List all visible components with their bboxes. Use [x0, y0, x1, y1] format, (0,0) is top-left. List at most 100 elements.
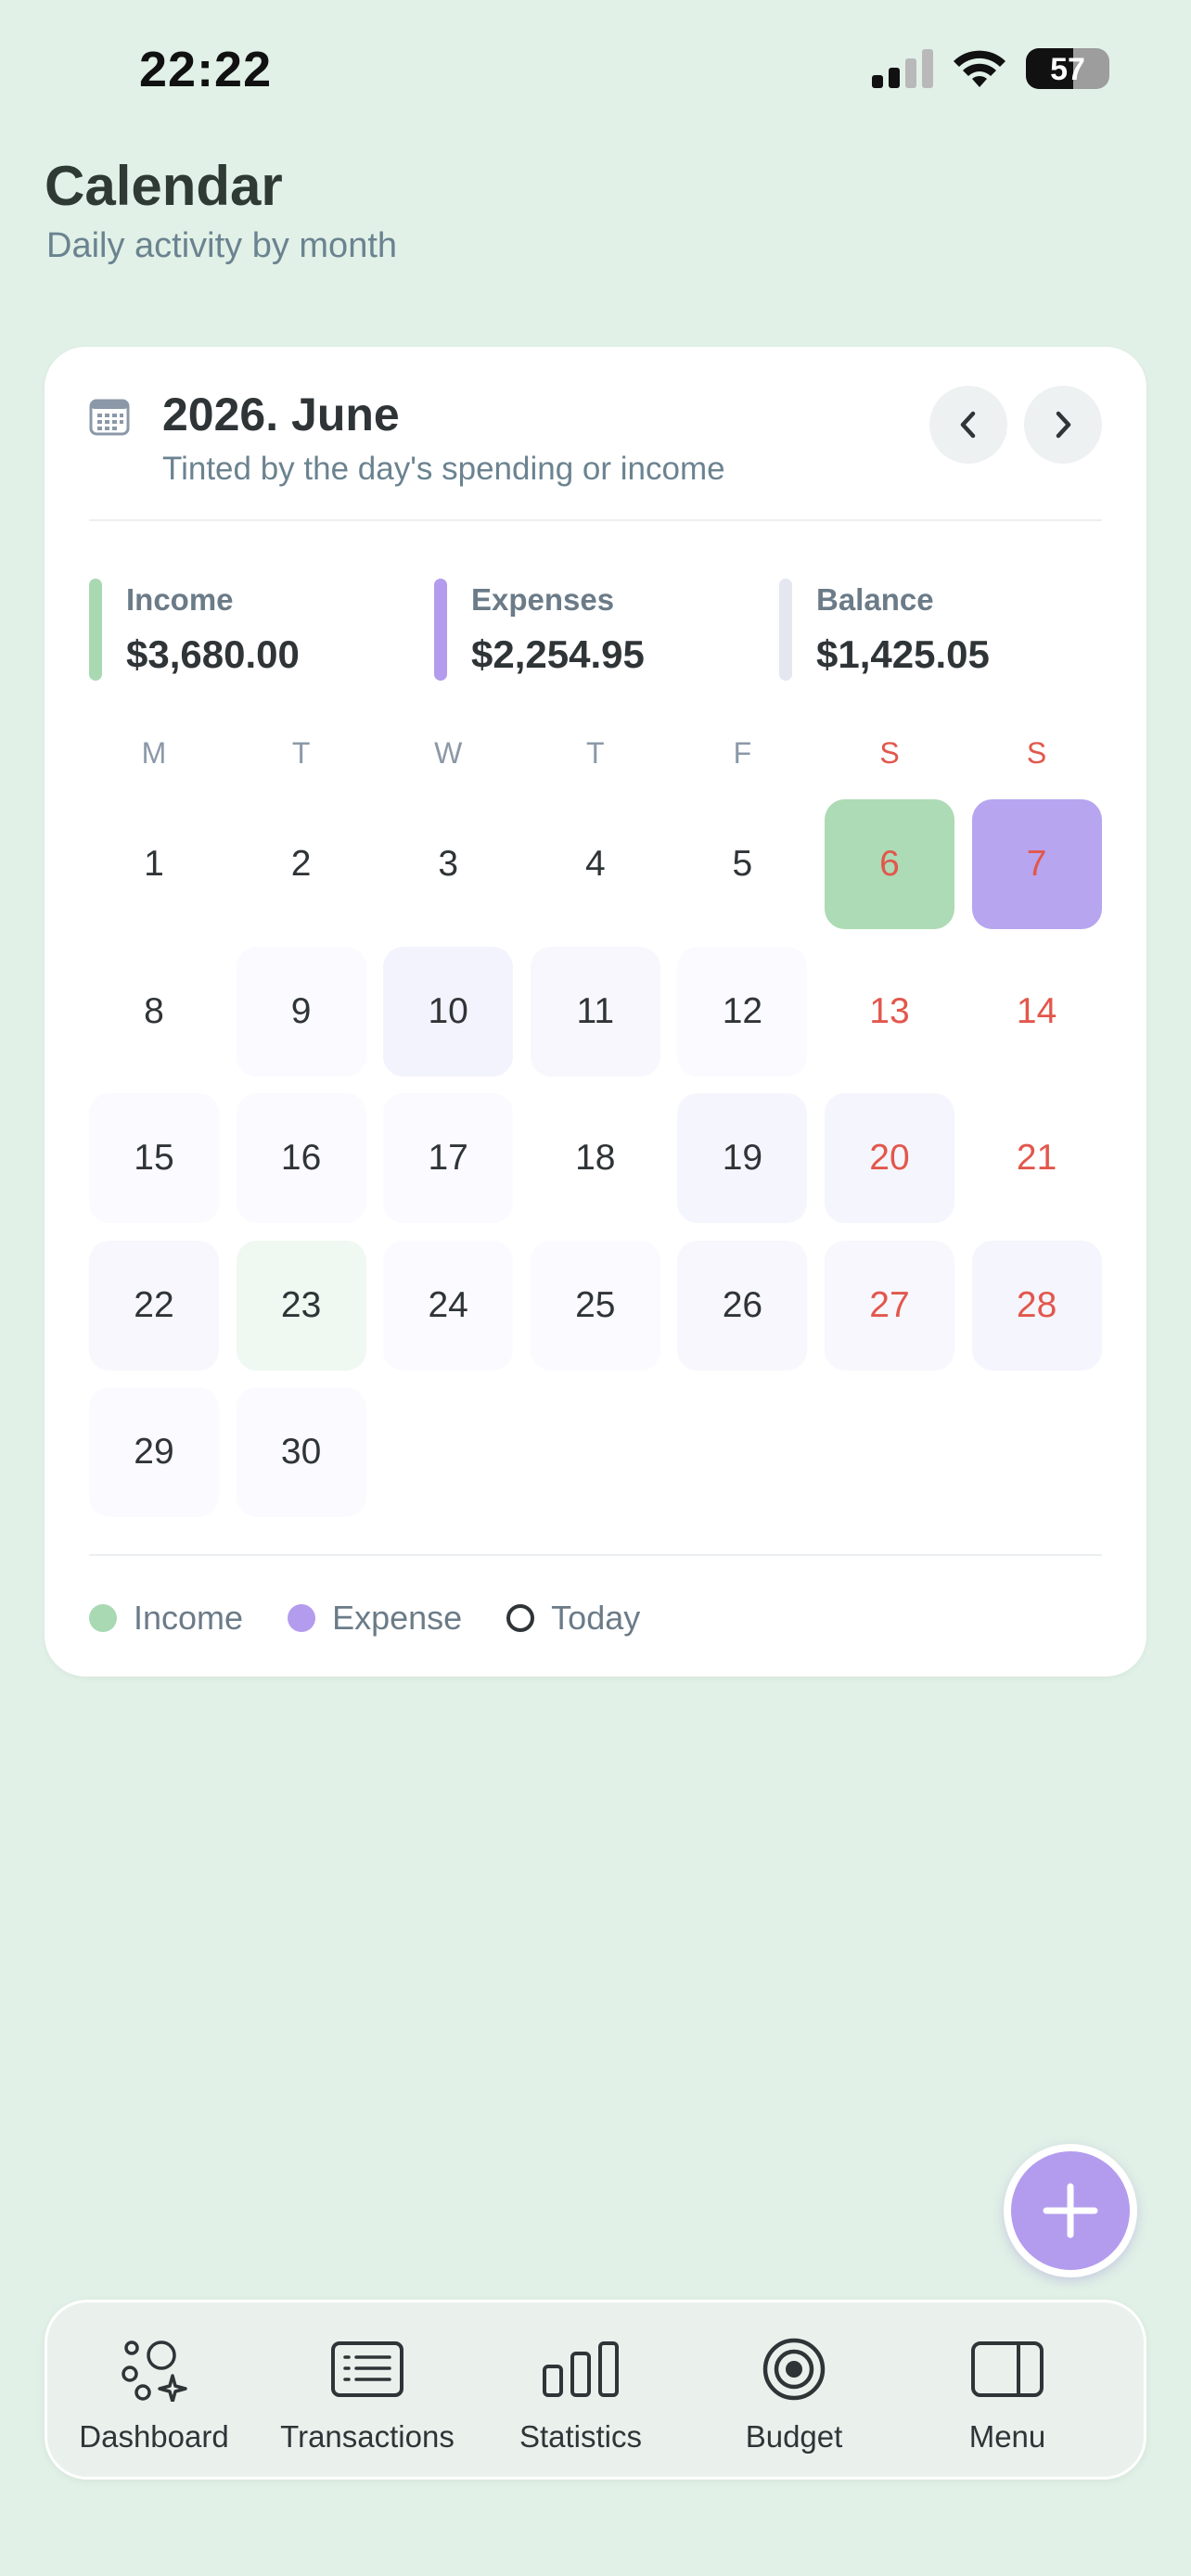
summary-balance-value: $1,425.05: [816, 632, 990, 676]
status-icons: 57: [872, 48, 1109, 89]
weekday-label: T: [291, 736, 311, 770]
calendar-day[interactable]: 27: [825, 1240, 954, 1371]
add-transaction-button[interactable]: [1004, 2144, 1137, 2277]
calendar-day[interactable]: 6: [825, 799, 954, 929]
previous-month-button[interactable]: [929, 386, 1007, 464]
legend-item-income: Income: [89, 1599, 243, 1638]
summary-expenses-value: $2,254.95: [471, 632, 645, 676]
cellular-signal-icon: [872, 49, 933, 88]
calendar-day[interactable]: 7: [971, 799, 1102, 929]
tab-transactions-label: Transactions: [280, 2419, 455, 2454]
month-summary: Income $3,680.00 Expenses $2,254.95 Balance $…: [89, 579, 1102, 681]
battery-icon: 57: [1026, 48, 1109, 89]
calendar-legend: Income Expense Today: [89, 1595, 685, 1641]
calendar-day[interactable]: 15: [89, 1093, 219, 1223]
summary-income-bar: [89, 579, 102, 681]
summary-expenses-label: Expenses: [471, 582, 615, 617]
plus-icon: [1043, 2183, 1098, 2238]
summary-expenses: Expenses $2,254.95: [434, 579, 645, 681]
summary-income-value: $3,680.00: [126, 632, 300, 676]
tab-statistics-label: Statistics: [519, 2419, 643, 2454]
calendar-day[interactable]: 17: [383, 1093, 514, 1223]
legend-item-expense: Expense: [288, 1599, 462, 1638]
card-divider-top: [89, 519, 1102, 521]
calendar-day[interactable]: 5: [677, 799, 808, 929]
tab-transactions[interactable]: Transactions: [261, 2332, 474, 2455]
tab-menu-label: Menu: [968, 2419, 1046, 2454]
calendar-day[interactable]: 8: [89, 946, 219, 1077]
calendar-card: 2026. June Tinted by the day's spending …: [45, 347, 1146, 1677]
calendar-day[interactable]: 25: [530, 1240, 660, 1371]
calendar-grid: 1 2 3 4 5 6 7 8 9 10 11 12 13 14 15 16 17 18 19 20 21 22 23 24 2…: [89, 799, 1102, 1523]
summary-income-label: Income: [126, 582, 234, 617]
calendar-day[interactable]: 10: [383, 946, 514, 1077]
summary-expenses-bar: [434, 579, 447, 681]
menu-icon: [971, 2341, 1044, 2397]
tab-budget-label: Budget: [745, 2419, 843, 2454]
chevron-left-icon: [960, 411, 976, 439]
chevron-right-icon: [1056, 411, 1071, 439]
status-time: 22:22: [139, 42, 273, 97]
calendar-day[interactable]: 1: [89, 799, 219, 929]
dashboard-icon: [122, 2340, 187, 2402]
month-title: 2026. June: [162, 389, 400, 440]
calendar-day[interactable]: 13: [825, 946, 954, 1077]
calendar-day[interactable]: 16: [236, 1093, 366, 1223]
calendar-day[interactable]: 9: [236, 946, 366, 1077]
legend-income-dot: [89, 1604, 117, 1632]
weekday-label: M: [141, 736, 167, 770]
weekday-label: S: [879, 736, 900, 770]
legend-expense-dot: [288, 1604, 316, 1632]
card-divider-bottom: [89, 1554, 1102, 1556]
calendar-day[interactable]: 29: [89, 1387, 219, 1517]
page-subtitle: Daily activity by month: [46, 226, 398, 265]
battery-level-text: 57: [1050, 52, 1085, 87]
weekday-header: MTWTFSS: [89, 736, 1102, 783]
page-title: Calendar: [45, 155, 283, 217]
legend-today-dot: [506, 1604, 535, 1632]
calendar-day[interactable]: 18: [530, 1093, 660, 1223]
calendar-day[interactable]: 12: [677, 946, 808, 1077]
tab-dashboard-label: Dashboard: [79, 2419, 229, 2454]
calendar-day[interactable]: 28: [971, 1240, 1102, 1371]
tab-budget[interactable]: Budget: [687, 2332, 901, 2455]
bottom-tab-bar: Dashboard Transactions Statistics Budget…: [45, 2300, 1146, 2480]
calendar-day[interactable]: 24: [383, 1240, 514, 1371]
calendar-day[interactable]: 3: [383, 799, 514, 929]
summary-balance-bar: [779, 579, 792, 681]
summary-balance: Balance $1,425.05: [779, 579, 990, 681]
next-month-button[interactable]: [1024, 386, 1102, 464]
summary-income: Income $3,680.00: [89, 579, 300, 681]
calendar-day[interactable]: 30: [236, 1387, 366, 1517]
calendar-day[interactable]: 2: [236, 799, 366, 929]
weekday-label: W: [434, 736, 463, 770]
tab-dashboard[interactable]: Dashboard: [47, 2332, 261, 2455]
weekday-label: T: [586, 736, 605, 770]
transactions-icon: [331, 2341, 403, 2397]
calendar-icon: [89, 399, 130, 436]
calendar-day[interactable]: 4: [530, 799, 660, 929]
legend-item-today: Today: [506, 1599, 640, 1638]
legend-income-label: Income: [134, 1599, 244, 1637]
calendar-day[interactable]: 20: [825, 1093, 954, 1223]
calendar-day[interactable]: 22: [89, 1240, 219, 1371]
calendar-day[interactable]: 14: [971, 946, 1102, 1077]
summary-balance-label: Balance: [816, 582, 934, 617]
budget-icon: [762, 2338, 826, 2401]
calendar-day[interactable]: 21: [971, 1093, 1102, 1223]
calendar-day[interactable]: 26: [677, 1240, 808, 1371]
battery-indicator: 57: [1026, 48, 1109, 89]
weekday-label: F: [733, 736, 752, 770]
legend-expense-label: Expense: [332, 1599, 463, 1637]
status-bar: 22:22 57: [0, 0, 1191, 139]
calendar-day[interactable]: 19: [677, 1093, 808, 1223]
tab-menu[interactable]: Menu: [901, 2332, 1114, 2455]
wifi-icon: [954, 50, 1005, 87]
tab-statistics[interactable]: Statistics: [474, 2332, 687, 2455]
statistics-icon: [543, 2341, 619, 2397]
calendar-day[interactable]: 23: [236, 1240, 366, 1371]
month-subtitle: Tinted by the day's spending or income: [162, 451, 725, 487]
weekday-label: S: [1026, 736, 1047, 770]
legend-today-label: Today: [551, 1599, 641, 1637]
calendar-day[interactable]: 11: [530, 946, 660, 1077]
